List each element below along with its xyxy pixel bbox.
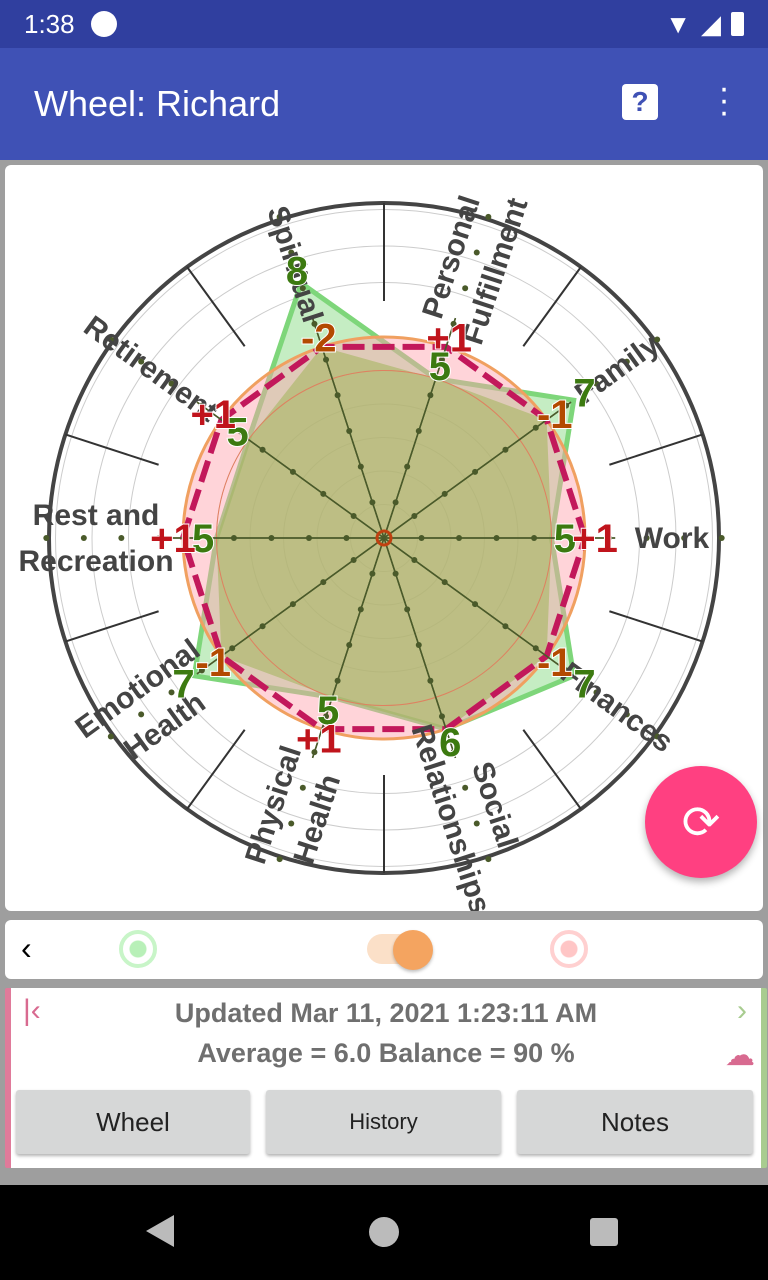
spoke-tick bbox=[415, 642, 422, 649]
spoke-tick bbox=[305, 535, 312, 541]
history-button[interactable]: History bbox=[266, 1090, 501, 1154]
info-card: |‹ › Updated Mar 11, 2021 1:23:11 AM Ave… bbox=[5, 988, 767, 1168]
navigation-bar bbox=[0, 1185, 768, 1280]
spoke-tick bbox=[392, 570, 399, 577]
refresh-icon: ⟳ bbox=[681, 796, 721, 848]
status-bar: 1:38 ▼ ◢ bbox=[0, 0, 768, 48]
app-bar: Wheel: Richard ? · · · bbox=[0, 48, 768, 160]
refresh-fab[interactable]: ⟳ bbox=[645, 766, 757, 878]
delta-label: -1 bbox=[195, 641, 231, 685]
spoke-tick bbox=[289, 601, 296, 608]
home-nav-icon[interactable] bbox=[369, 1217, 399, 1247]
spoke-tick bbox=[462, 784, 469, 791]
value-label: 7 bbox=[573, 371, 595, 415]
value-label: 6 bbox=[439, 721, 461, 765]
spoke-tick bbox=[259, 623, 266, 630]
spoke-tick bbox=[343, 535, 350, 541]
spoke-tick bbox=[230, 535, 237, 541]
spoke-tick bbox=[485, 213, 492, 220]
spoke-tick bbox=[299, 784, 306, 791]
spoke-tick bbox=[276, 856, 283, 863]
delta-label: +1 bbox=[190, 393, 236, 437]
page-title: Wheel: Richard bbox=[34, 83, 281, 124]
category-label: Rest and bbox=[33, 499, 160, 532]
spoke-tick bbox=[411, 557, 418, 564]
wheel-button[interactable]: Wheel bbox=[16, 1090, 250, 1154]
help-icon[interactable]: ? bbox=[622, 84, 658, 120]
spoke-tick bbox=[462, 285, 469, 292]
sector-divider bbox=[522, 729, 582, 810]
chevron-left-icon[interactable]: ‹ bbox=[21, 930, 32, 967]
delta-label: +1 bbox=[296, 718, 342, 762]
controls-card: ‹ bbox=[5, 920, 763, 979]
value-label: 7 bbox=[573, 663, 595, 707]
spoke-tick bbox=[485, 856, 492, 863]
delta-label: +1 bbox=[572, 517, 618, 561]
spoke-tick bbox=[427, 677, 434, 684]
spoke-tick bbox=[346, 642, 353, 649]
spoke-tick bbox=[334, 677, 341, 684]
summary-text: Average = 6.0 Balance = 90 % bbox=[197, 1038, 575, 1068]
value-label: 8 bbox=[286, 249, 308, 293]
spoke-tick bbox=[350, 557, 357, 564]
cloud-off-icon[interactable]: ☁ bbox=[725, 1038, 755, 1073]
spoke-tick bbox=[472, 601, 479, 608]
delta-label: +1 bbox=[426, 316, 472, 360]
toggle-knob[interactable] bbox=[393, 930, 433, 970]
category-label-group: SocialRelationships bbox=[405, 721, 524, 918]
spoke-tick bbox=[404, 606, 411, 613]
wifi-icon: ▼ bbox=[665, 8, 691, 39]
app-notification-icon bbox=[90, 11, 117, 37]
spoke-tick bbox=[80, 535, 87, 541]
delta-label: -2 bbox=[301, 316, 337, 360]
value-label: 7 bbox=[172, 663, 194, 707]
spoke-tick bbox=[268, 535, 275, 541]
spoke-tick bbox=[369, 570, 376, 577]
category-label-group: PhysicalHealth bbox=[239, 742, 347, 868]
current-radio[interactable] bbox=[119, 930, 157, 968]
recents-nav-icon[interactable] bbox=[590, 1218, 618, 1246]
sector-divider bbox=[186, 266, 246, 347]
delta-label: -1 bbox=[537, 393, 573, 437]
category-label: Work bbox=[635, 522, 710, 555]
spoke-tick bbox=[43, 535, 50, 541]
delta-label: +1 bbox=[150, 517, 196, 561]
spoke-tick bbox=[502, 623, 509, 630]
spoke-tick bbox=[107, 733, 114, 740]
battery-icon bbox=[731, 12, 744, 36]
category-label-group: Work bbox=[635, 522, 710, 555]
sector-divider bbox=[186, 729, 246, 810]
target-radio[interactable] bbox=[550, 930, 588, 968]
spoke-tick bbox=[718, 535, 725, 541]
spoke-tick bbox=[438, 713, 445, 720]
spoke-tick bbox=[473, 820, 480, 827]
updated-text: Updated Mar 11, 2021 1:23:11 AM bbox=[174, 998, 598, 1028]
sector-divider bbox=[522, 266, 582, 347]
spoke-tick bbox=[288, 820, 295, 827]
signal-icon: ◢ bbox=[701, 8, 721, 39]
spoke-tick bbox=[320, 579, 327, 586]
spoke-tick bbox=[357, 606, 364, 613]
notes-button[interactable]: Notes bbox=[517, 1090, 753, 1154]
delta-label: -1 bbox=[537, 641, 573, 685]
back-nav-icon[interactable] bbox=[146, 1215, 174, 1247]
spoke-tick bbox=[441, 579, 448, 586]
more-vert-icon[interactable]: · · · bbox=[714, 71, 734, 129]
spoke-tick bbox=[138, 711, 145, 718]
spoke-tick bbox=[118, 535, 125, 541]
clock: 1:38 bbox=[24, 8, 75, 39]
spoke-tick bbox=[473, 249, 480, 256]
